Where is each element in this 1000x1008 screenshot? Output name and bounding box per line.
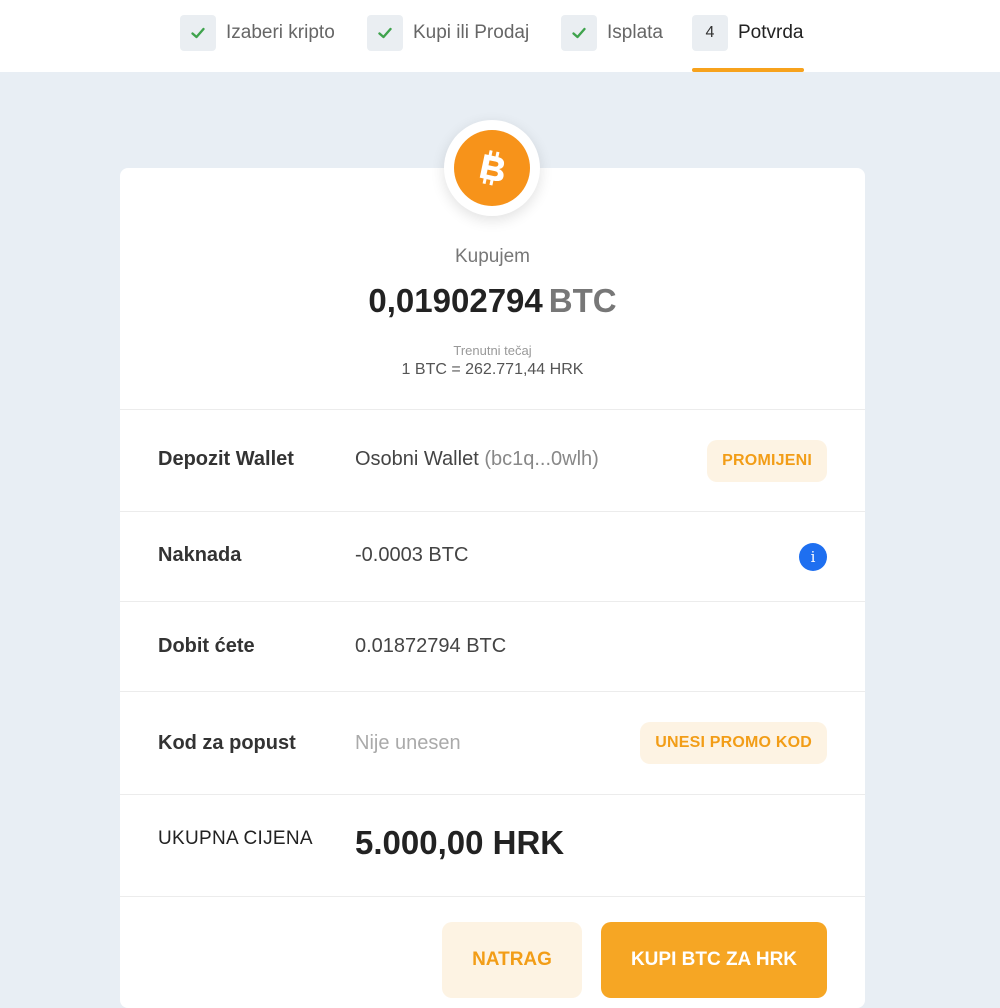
step-confirm[interactable]: 4 Potvrda [692,15,803,51]
check-icon [180,15,216,51]
step-label: Isplata [607,22,663,43]
rate-label: Trenutni tečaj [453,343,532,358]
enter-promo-code-button[interactable]: UNESI PROMO KOD [640,722,827,764]
rate-value: 1 BTC = 262.771,44 HRK [401,361,584,378]
order-summary-card: Kupujem 0,01902794 BTC Trenutni tečaj 1 B… [120,168,865,1008]
check-icon [561,15,597,51]
back-button[interactable]: NATRAG [442,922,582,998]
row-label: Naknada [158,544,242,566]
bitcoin-icon [454,130,530,206]
total-label: UKUPNA CIJENA [158,828,313,849]
row-label: Depozit Wallet [158,448,294,470]
receive-value: 0.01872794 BTC [355,635,507,657]
step-payout[interactable]: Isplata [561,15,663,51]
purchase-amount: 0,01902794 BTC [120,282,865,320]
step-buy-or-sell[interactable]: Kupi ili Prodaj [367,15,529,51]
step-number-badge: 4 [692,15,728,51]
deposit-wallet-row: Depozit Wallet Osobni Wallet (bc1q...0wl… [120,409,865,511]
row-label: Dobit ćete [158,635,255,657]
amount-unit: BTC [548,282,617,319]
wallet-value: Osobni Wallet (bc1q...0wlh) [355,448,599,471]
row-label: Kod za popust [158,732,296,754]
wallet-address: (bc1q...0wlh) [484,448,599,470]
active-step-indicator [692,68,804,72]
check-icon [367,15,403,51]
step-label: Izaberi kripto [226,22,335,43]
coin-badge [444,120,540,216]
receive-row: Dobit ćete 0.01872794 BTC [120,601,865,691]
step-label: Potvrda [738,22,804,43]
amount-value: 0,01902794 [368,282,543,319]
promo-code-value: Nije unesen [355,732,461,754]
promo-code-row: Kod za popust Nije unesen UNESI PROMO KO… [120,691,865,794]
change-wallet-button[interactable]: PROMIJENI [707,440,827,482]
step-label: Kupi ili Prodaj [413,22,530,43]
step-choose-crypto[interactable]: Izaberi kripto [180,15,335,51]
info-icon[interactable]: i [799,543,827,571]
fee-row: Naknada -0.0003 BTC i [120,511,865,601]
checkout-stepper: Izaberi kripto Kupi ili Prodaj Isplata 4… [0,0,1000,72]
total-value: 5.000,00 HRK [355,824,565,861]
wallet-name: Osobni Wallet [355,448,479,470]
card-footer: NATRAG KUPI BTC ZA HRK [120,896,865,1008]
buy-button[interactable]: KUPI BTC ZA HRK [601,922,827,998]
total-price-row: UKUPNA CIJENA 5.000,00 HRK [120,794,865,896]
fee-value: -0.0003 BTC [355,544,469,566]
action-label: Kupujem [455,246,530,267]
